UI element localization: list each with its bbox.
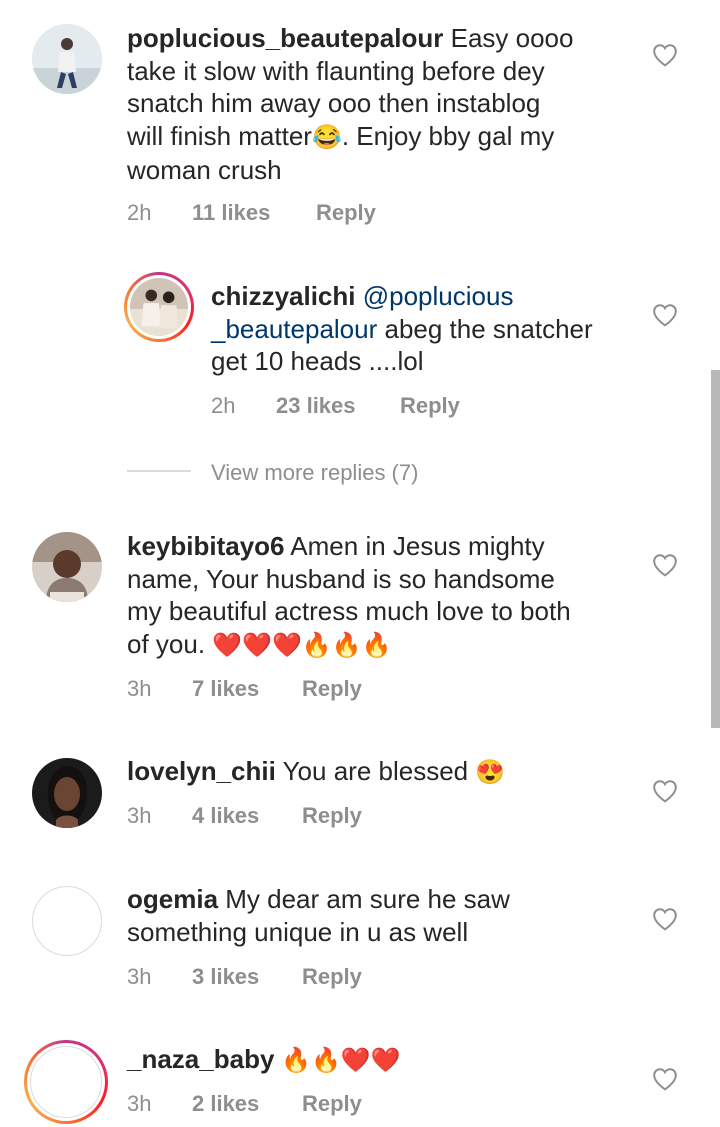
comment-text: lovelyn_chii You are blessed 😍 [127, 755, 637, 790]
reply-button[interactable]: Reply [302, 964, 362, 990]
comment-body: will finish matter [127, 120, 312, 151]
comment-likes[interactable]: 4 likes [192, 803, 259, 829]
fire-heart-emojis: 🔥🔥❤️❤️ [274, 1047, 401, 1074]
comment-meta: 2h 11 likes Reply [127, 200, 527, 230]
comment-time: 2h [127, 200, 152, 225]
reply-button[interactable]: Reply [302, 803, 362, 829]
heart-outline-icon[interactable] [652, 553, 678, 577]
heart-outline-icon[interactable] [652, 779, 678, 803]
avatar-empty [30, 1046, 102, 1118]
avatar[interactable] [32, 886, 102, 956]
heart-outline-icon[interactable] [652, 907, 678, 931]
comment-username[interactable]: poplucious_beautepalour [127, 23, 443, 53]
avatar[interactable] [32, 758, 102, 828]
avatar-photo [32, 532, 102, 602]
comment-body: Easy oooo [450, 23, 574, 53]
avatar-inner [27, 1043, 105, 1121]
reply-button[interactable]: Reply [400, 393, 460, 419]
comment-body: woman crush [127, 155, 282, 185]
comment-meta: 3h 7 likes Reply [127, 676, 527, 706]
comment-body: of you. [127, 628, 213, 659]
comment-username[interactable]: chizzyalichi [211, 281, 356, 311]
avatar-inner [127, 275, 191, 339]
comment-meta: 3h 3 likes Reply [127, 964, 527, 994]
comment-time: 3h [127, 803, 152, 828]
avatar[interactable] [32, 24, 102, 94]
comment-likes[interactable]: 11 likes [192, 200, 270, 226]
comment-body: snatch him away ooo then instablog [127, 88, 541, 118]
comment-time: 3h [127, 676, 152, 701]
comment-time: 2h [211, 393, 236, 418]
avatar-photo [32, 758, 102, 828]
avatar-photo [130, 278, 188, 336]
mention-link[interactable]: @poplucious [363, 281, 514, 311]
comment-body: my beautiful actress much love to both [127, 596, 571, 626]
comment-text: ogemia My dear am sure he saw something … [127, 883, 637, 948]
avatar[interactable] [124, 272, 194, 342]
comment-username[interactable]: _naza_baby [127, 1044, 274, 1074]
comment-text: poplucious_beautepalour Easy oooo take i… [127, 22, 627, 187]
heart-outline-icon[interactable] [652, 303, 678, 327]
comment-username[interactable]: lovelyn_chii [127, 756, 276, 786]
scrollbar[interactable] [711, 370, 720, 728]
comment-meta: 2h 23 likes Reply [211, 393, 611, 423]
comment-meta: 3h 2 likes Reply [127, 1091, 527, 1121]
comment-time: 3h [127, 964, 152, 989]
laughing-emoji: 😂 [311, 123, 342, 151]
reply-button[interactable]: Reply [302, 676, 362, 702]
heart-fire-emojis: ❤️❤️❤️🔥🔥🔥 [212, 631, 392, 659]
comment-time: 3h [127, 1091, 152, 1116]
comment-likes[interactable]: 3 likes [192, 964, 259, 990]
heart-eyes-emoji: 😍 [475, 759, 506, 786]
comment-likes[interactable]: 7 likes [192, 676, 259, 702]
comment-text: keybibitayo6 Amen in Jesus mighty name, … [127, 530, 637, 662]
comment-body: abeg the snatcher [377, 313, 593, 344]
comment-username[interactable]: ogemia [127, 884, 218, 914]
comment-likes[interactable]: 2 likes [192, 1091, 259, 1117]
comment-likes[interactable]: 23 likes [276, 393, 356, 419]
comment-text: _naza_baby 🔥🔥❤️❤️ [127, 1043, 637, 1078]
view-more-replies-button[interactable]: View more replies (7) [211, 460, 418, 486]
reply-button[interactable]: Reply [316, 200, 376, 226]
comment-body: My dear am sure he saw [218, 884, 510, 914]
avatar[interactable] [24, 1040, 108, 1124]
heart-outline-icon[interactable] [652, 43, 678, 67]
comment-body: You are blessed [275, 756, 476, 786]
comment-meta: 3h 4 likes Reply [127, 803, 527, 833]
divider [127, 470, 191, 472]
comment-body: something unique in u as well [127, 916, 469, 947]
comment-username[interactable]: keybibitayo6 [127, 531, 285, 561]
comment-body: name, Your husband is so handsome [127, 563, 555, 594]
comment-body: Amen in Jesus mighty [284, 531, 545, 561]
reply-button[interactable]: Reply [302, 1091, 362, 1117]
comment-body: take it slow with flaunting before dey [127, 55, 545, 86]
mention-link[interactable]: _beautepalour [211, 314, 377, 344]
avatar[interactable] [32, 532, 102, 602]
comment-body: . Enjoy bby gal my [341, 120, 555, 151]
heart-outline-icon[interactable] [652, 1067, 678, 1091]
avatar-photo [32, 24, 102, 94]
comment-text: chizzyalichi @poplucious _beautepalour a… [211, 280, 631, 378]
comment-body: get 10 heads ....lol [211, 346, 424, 376]
